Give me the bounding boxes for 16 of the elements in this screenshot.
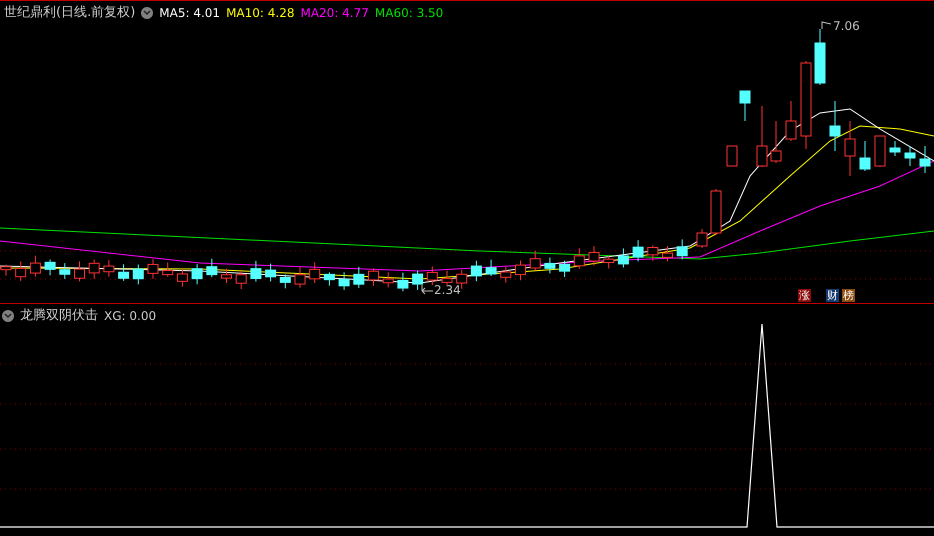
info-badge[interactable]: 涨 <box>798 289 811 302</box>
moving-average-label: MA5: 4.01 <box>159 4 220 22</box>
stock-title: 世纪鼎利(日线.前复权) <box>4 4 136 22</box>
leader-line <box>420 285 434 295</box>
dropdown-icon[interactable] <box>2 310 14 322</box>
indicator-name: 龙腾双阴伏击 <box>20 307 98 325</box>
info-badge[interactable]: 财 <box>826 289 839 302</box>
moving-average-label: MA20: 4.77 <box>300 4 369 22</box>
low-price-label: 2.34 <box>434 284 461 296</box>
high-price-label: 7.06 <box>833 20 860 32</box>
moving-average-label: MA10: 4.28 <box>226 4 294 22</box>
info-badge[interactable]: 榜 <box>842 289 855 302</box>
leader-line <box>821 20 833 30</box>
dropdown-icon[interactable] <box>141 6 154 19</box>
moving-average-label: MA60: 3.50 <box>374 4 444 22</box>
indicator-reading: XG: 0.00 <box>104 308 156 325</box>
